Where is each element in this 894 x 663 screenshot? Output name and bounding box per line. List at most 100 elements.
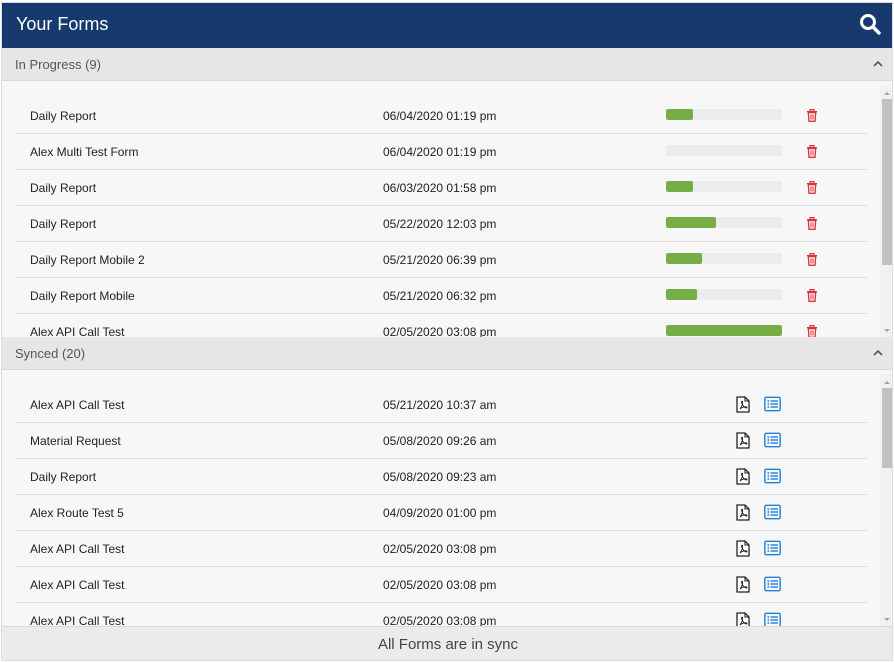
progress-bar — [666, 109, 782, 120]
form-name: Alex API Call Test — [30, 542, 125, 556]
app-header: Your Forms — [2, 3, 892, 48]
form-name: Daily Report Mobile — [30, 289, 135, 303]
form-date: 05/22/2020 12:03 pm — [383, 217, 497, 231]
form-name: Daily Report Mobile 2 — [30, 253, 145, 267]
synced-form-row[interactable]: Alex API Call Test 02/05/2020 03:08 pm — [16, 603, 867, 626]
form-date: 02/05/2020 03:08 pm — [383, 578, 497, 592]
form-name: Alex Multi Test Form — [30, 145, 139, 159]
in-progress-form-row[interactable]: Daily Report Mobile 05/21/2020 06:32 pm — [16, 278, 867, 314]
chevron-up-icon[interactable] — [872, 348, 884, 358]
in-progress-list: Daily Report 06/04/2020 01:19 pm Alex Mult… — [2, 82, 893, 337]
trash-icon[interactable] — [806, 145, 818, 158]
form-date: 04/09/2020 01:00 pm — [383, 506, 497, 520]
sync-status-message: All Forms are in sync — [377, 636, 519, 653]
form-name: Alex API Call Test — [30, 398, 125, 412]
synced-list: Alex API Call Test 05/21/2020 10:37 am Mat… — [2, 371, 893, 626]
scroll-down-arrow-icon[interactable] — [880, 614, 893, 626]
trash-icon[interactable] — [806, 217, 818, 230]
form-date: 06/04/2020 01:19 pm — [383, 145, 497, 159]
form-name: Alex Route Test 5 — [30, 506, 124, 520]
progress-bar — [666, 253, 782, 264]
progress-bar-fill — [666, 289, 698, 300]
synced-rows: Alex API Call Test 05/21/2020 10:37 am Mat… — [16, 387, 867, 626]
search-icon[interactable] — [858, 12, 882, 36]
scroll-up-arrow-icon[interactable] — [880, 87, 893, 99]
in-progress-scroll-thumb[interactable] — [882, 99, 892, 265]
form-details-icon[interactable] — [764, 468, 781, 484]
form-details-icon[interactable] — [764, 396, 781, 412]
progress-bar-fill — [666, 181, 693, 192]
scroll-up-arrow-icon[interactable] — [880, 376, 893, 388]
progress-bar-fill — [666, 217, 716, 228]
synced-form-row[interactable]: Alex API Call Test 05/21/2020 10:37 am — [16, 387, 867, 423]
pdf-file-icon[interactable] — [736, 504, 750, 521]
trash-icon[interactable] — [806, 181, 818, 194]
pdf-file-icon[interactable] — [736, 468, 750, 485]
sync-status-footer: All Forms are in sync — [2, 626, 892, 660]
forms-app: Your Forms In Progress (9) Daily Report 0… — [1, 2, 893, 661]
in-progress-rows: Daily Report 06/04/2020 01:19 pm Alex Mult… — [16, 98, 867, 337]
form-date: 02/05/2020 03:08 pm — [383, 325, 497, 337]
form-date: 05/21/2020 06:32 pm — [383, 289, 497, 303]
form-details-icon[interactable] — [764, 612, 781, 626]
form-name: Daily Report — [30, 470, 97, 484]
progress-bar — [666, 325, 782, 336]
synced-scrollbar[interactable] — [880, 374, 893, 626]
progress-bar-fill — [666, 325, 782, 336]
form-name: Daily Report — [30, 109, 97, 123]
trash-icon[interactable] — [806, 289, 818, 302]
progress-bar — [666, 145, 782, 156]
in-progress-scrollbar[interactable] — [880, 85, 893, 337]
in-progress-form-row[interactable]: Daily Report 05/22/2020 12:03 pm — [16, 206, 867, 242]
form-details-icon[interactable] — [764, 432, 781, 448]
form-date: 05/08/2020 09:23 am — [383, 470, 497, 484]
pdf-file-icon[interactable] — [736, 432, 750, 449]
form-date: 05/21/2020 06:39 pm — [383, 253, 497, 267]
pdf-file-icon[interactable] — [736, 540, 750, 557]
synced-form-row[interactable]: Alex Route Test 5 04/09/2020 01:00 pm — [16, 495, 867, 531]
in-progress-form-row[interactable]: Daily Report Mobile 2 05/21/2020 06:39 pm — [16, 242, 867, 278]
form-date: 02/05/2020 03:08 pm — [383, 542, 497, 556]
progress-bar — [666, 181, 782, 192]
trash-icon[interactable] — [806, 325, 818, 337]
in-progress-form-row[interactable]: Alex Multi Test Form 06/04/2020 01:19 pm — [16, 134, 867, 170]
pdf-file-icon[interactable] — [736, 612, 750, 626]
form-name: Daily Report — [30, 181, 97, 195]
chevron-up-icon[interactable] — [872, 59, 884, 69]
form-name: Daily Report — [30, 217, 97, 231]
in-progress-section-label: In Progress (9) — [15, 57, 101, 72]
synced-form-row[interactable]: Daily Report 05/08/2020 09:23 am — [16, 459, 867, 495]
synced-form-row[interactable]: Alex API Call Test 02/05/2020 03:08 pm — [16, 567, 867, 603]
form-date: 05/21/2020 10:37 am — [383, 398, 497, 412]
in-progress-form-row[interactable]: Daily Report 06/04/2020 01:19 pm — [16, 98, 867, 134]
in-progress-section-header[interactable]: In Progress (9) — [2, 48, 892, 81]
pdf-file-icon[interactable] — [736, 576, 750, 593]
synced-form-row[interactable]: Alex API Call Test 02/05/2020 03:08 pm — [16, 531, 867, 567]
synced-section-label: Synced (20) — [15, 346, 86, 361]
form-name: Alex API Call Test — [30, 614, 125, 626]
synced-form-row[interactable]: Material Request 05/08/2020 09:26 am — [16, 423, 867, 459]
scroll-down-arrow-icon[interactable] — [880, 325, 893, 337]
form-details-icon[interactable] — [764, 504, 781, 520]
form-name: Alex API Call Test — [30, 325, 125, 337]
form-date: 05/08/2020 09:26 am — [383, 434, 497, 448]
progress-bar — [666, 217, 782, 228]
pdf-file-icon[interactable] — [736, 396, 750, 413]
synced-scroll-thumb[interactable] — [882, 388, 892, 468]
trash-icon[interactable] — [806, 109, 818, 122]
in-progress-form-row[interactable]: Daily Report 06/03/2020 01:58 pm — [16, 170, 867, 206]
progress-bar-fill — [666, 109, 693, 120]
form-date: 02/05/2020 03:08 pm — [383, 614, 497, 626]
trash-icon[interactable] — [806, 253, 818, 266]
progress-bar — [666, 289, 782, 300]
form-details-icon[interactable] — [764, 540, 781, 556]
form-name: Material Request — [30, 434, 121, 448]
form-details-icon[interactable] — [764, 576, 781, 592]
form-date: 06/04/2020 01:19 pm — [383, 109, 497, 123]
in-progress-form-row[interactable]: Alex API Call Test 02/05/2020 03:08 pm — [16, 314, 867, 337]
form-date: 06/03/2020 01:58 pm — [383, 181, 497, 195]
synced-section-header[interactable]: Synced (20) — [2, 337, 892, 370]
progress-bar-fill — [666, 253, 702, 264]
page-title: Your Forms — [16, 14, 109, 34]
form-name: Alex API Call Test — [30, 578, 125, 592]
